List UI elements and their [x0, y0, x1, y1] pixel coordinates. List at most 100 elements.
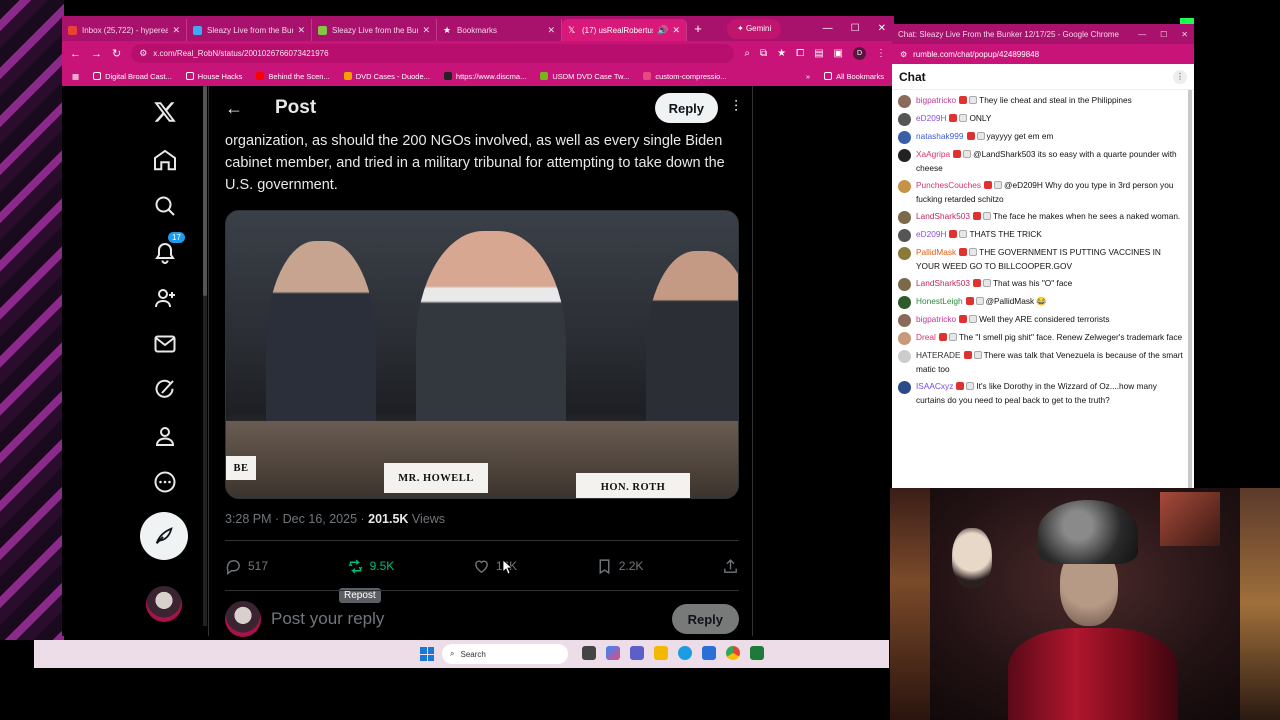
- zoom-icon[interactable]: ⌕: [744, 48, 750, 59]
- search-icon[interactable]: [132, 194, 197, 218]
- teams-icon[interactable]: [630, 646, 644, 660]
- maximize-icon[interactable]: ☐: [851, 23, 860, 34]
- install-icon[interactable]: ⧉: [760, 48, 767, 59]
- chat-username[interactable]: XaAgripa: [916, 149, 950, 159]
- avatar[interactable]: [898, 229, 911, 242]
- close-icon[interactable]: ✕: [172, 25, 180, 36]
- chat-username[interactable]: HATERADE: [916, 350, 961, 360]
- forward-icon[interactable]: →: [91, 48, 102, 60]
- bookmark-star-icon[interactable]: ★: [777, 48, 786, 59]
- back-icon[interactable]: ←: [70, 48, 81, 60]
- chat-username[interactable]: eD209H: [916, 113, 946, 123]
- minimize-icon[interactable]: —: [823, 23, 833, 34]
- reload-icon[interactable]: ↻: [112, 47, 121, 60]
- chat-url[interactable]: rumble.com/chat/popup/424899848: [913, 50, 1039, 59]
- share-action[interactable]: [722, 558, 739, 575]
- bookmark-item[interactable]: https://www.discma...: [443, 72, 526, 81]
- bookmark-item[interactable]: USDM DVD Case Tw...: [540, 72, 629, 81]
- tab-search-icon[interactable]: ▣: [834, 48, 843, 59]
- chat-username[interactable]: bigpatricko: [916, 95, 956, 105]
- task-view-icon[interactable]: [582, 646, 596, 660]
- chrome-icon[interactable]: [726, 646, 740, 660]
- repost-action[interactable]: 9.5K: [347, 558, 394, 575]
- bookmark-item[interactable]: Behind the Scen...: [256, 72, 330, 81]
- site-info-icon[interactable]: ⚙: [139, 48, 147, 59]
- avatar[interactable]: [898, 278, 911, 291]
- account-avatar[interactable]: [146, 586, 182, 622]
- apps-icon[interactable]: ▦: [72, 72, 79, 81]
- bookmark-action[interactable]: 2.2K: [596, 558, 643, 575]
- close-icon[interactable]: ✕: [547, 25, 555, 36]
- notifications-icon[interactable]: 17: [132, 232, 197, 264]
- gemini-button[interactable]: ✦ Gemini: [727, 18, 782, 39]
- tab-gmail[interactable]: Inbox (25,722) - hyperea... ✕: [62, 19, 187, 41]
- bookmark-item[interactable]: DVD Cases - Duode...: [343, 72, 430, 81]
- avatar[interactable]: [898, 95, 911, 108]
- profile-avatar[interactable]: D: [853, 47, 866, 60]
- close-icon[interactable]: ✕: [297, 25, 305, 36]
- store-icon[interactable]: [702, 646, 716, 660]
- avatar[interactable]: [898, 247, 911, 260]
- avatar[interactable]: [898, 314, 911, 327]
- bookmark-item[interactable]: custom-compressio...: [643, 72, 727, 81]
- chat-username[interactable]: HonestLeigh: [916, 296, 963, 306]
- windows-start-icon[interactable]: [420, 647, 434, 661]
- reply-input[interactable]: Post your reply: [271, 609, 384, 629]
- edge-icon[interactable]: [678, 646, 692, 660]
- chat-username[interactable]: bigpatricko: [916, 314, 956, 324]
- chat-username[interactable]: LandShark503: [916, 211, 970, 221]
- tab-rumble-1[interactable]: Sleazy Live from the Bunk ✕: [187, 19, 312, 41]
- avatar[interactable]: [898, 332, 911, 345]
- reply-submit-button[interactable]: Reply: [671, 604, 739, 634]
- all-bookmarks[interactable]: All Bookmarks: [824, 72, 884, 81]
- scrollbar[interactable]: [203, 86, 207, 626]
- chat-username[interactable]: PunchesCouches: [916, 180, 981, 190]
- avatar[interactable]: [898, 149, 911, 162]
- side-panel-icon[interactable]: ▤: [814, 48, 823, 59]
- maximize-icon[interactable]: ☐: [1160, 30, 1167, 39]
- chat-username[interactable]: eD209H: [916, 229, 946, 239]
- compose-post-button[interactable]: [140, 512, 188, 560]
- settings-sliders-icon[interactable]: ⫶: [734, 99, 738, 117]
- x-logo-icon[interactable]: [132, 100, 197, 124]
- messages-icon[interactable]: [132, 332, 197, 356]
- chat-more-icon[interactable]: ⋮: [1173, 69, 1187, 84]
- reply-button[interactable]: Reply: [654, 93, 718, 123]
- avatar[interactable]: [898, 350, 911, 363]
- follow-icon[interactable]: [132, 286, 197, 310]
- chat-username[interactable]: Dreal: [916, 332, 936, 342]
- home-icon[interactable]: [132, 148, 197, 172]
- more-bookmarks-icon[interactable]: »: [806, 72, 810, 81]
- chat-username[interactable]: LandShark503: [916, 278, 970, 288]
- file-explorer-icon[interactable]: [654, 646, 668, 660]
- bookmark-item[interactable]: Digital Broad Cast...: [93, 72, 172, 81]
- extensions-icon[interactable]: ⧠: [796, 48, 804, 59]
- new-tab-button[interactable]: +: [687, 21, 709, 36]
- tab-x-post[interactable]: 𝕏 (17) usRealRobertus o 🔊 ✕: [562, 19, 687, 41]
- chat-messages[interactable]: bigpatricko They lie cheat and steal in t…: [892, 90, 1194, 488]
- avatar[interactable]: [898, 131, 911, 144]
- close-icon[interactable]: ✕: [422, 25, 430, 36]
- copilot-icon[interactable]: [606, 646, 620, 660]
- menu-icon[interactable]: ⋮: [876, 48, 886, 59]
- more-icon[interactable]: [132, 470, 197, 494]
- post-video[interactable]: BE MR. HOWELL HON. ROTH: [225, 210, 739, 499]
- site-info-icon[interactable]: ⚙: [900, 50, 907, 59]
- minimize-icon[interactable]: —: [1138, 30, 1146, 39]
- profile-icon[interactable]: [132, 424, 197, 448]
- avatar[interactable]: [898, 180, 911, 193]
- avatar[interactable]: [898, 296, 911, 309]
- tab-bookmarks[interactable]: ★ Bookmarks ✕: [437, 19, 562, 41]
- app-icon[interactable]: [750, 646, 764, 660]
- close-window-icon[interactable]: ✕: [878, 23, 886, 34]
- avatar[interactable]: [898, 113, 911, 126]
- chat-username[interactable]: PallidMask: [916, 247, 956, 257]
- grok-icon[interactable]: [132, 378, 197, 402]
- url-field[interactable]: ⚙ x.com/Real_RobN/status/200102676607342…: [131, 44, 735, 63]
- chat-username[interactable]: ISAACxyz: [916, 381, 953, 391]
- tab-rumble-2[interactable]: Sleazy Live from the Bunk ✕: [312, 19, 437, 41]
- speaker-icon[interactable]: 🔊: [657, 25, 668, 36]
- close-icon[interactable]: ✕: [672, 25, 680, 36]
- back-arrow-icon[interactable]: ←: [225, 98, 275, 119]
- bookmark-item[interactable]: House Hacks: [185, 72, 242, 81]
